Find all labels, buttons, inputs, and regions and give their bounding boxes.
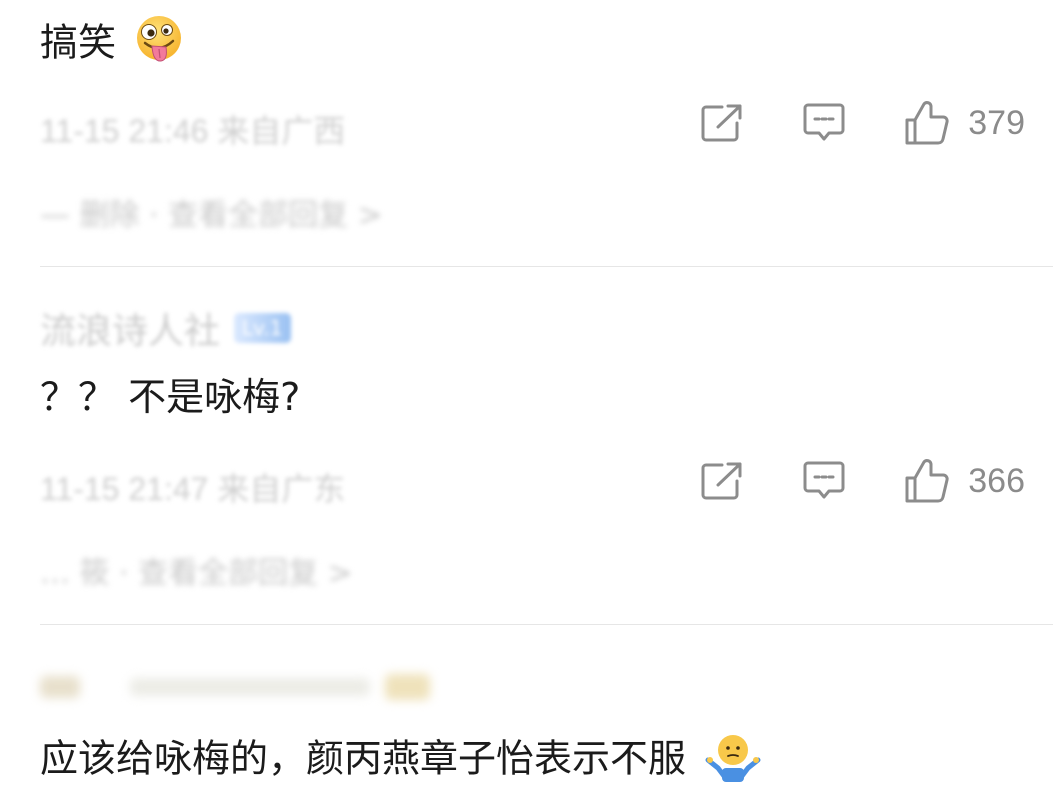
avatar-username-blurred[interactable] [40, 672, 440, 702]
share-button[interactable] [700, 461, 744, 501]
like-button[interactable]: 366 [904, 458, 1025, 504]
share-button[interactable] [700, 103, 744, 143]
comment-text-content: 搞笑 [40, 20, 117, 65]
comment-text: 搞笑 [40, 14, 184, 76]
share-icon [701, 462, 742, 500]
comment-icon [803, 103, 845, 141]
comment-meta: 11-15 21:47 来自广东 [40, 471, 346, 507]
thumbs-up-icon [905, 101, 949, 145]
comment-text: ？？ 不是咏梅? [40, 374, 300, 420]
username[interactable]: 流浪诗人社 Lv.1 [40, 302, 291, 354]
replies-preview[interactable]: … 筱 · 查看全部回复 > [40, 548, 353, 592]
user-badge: Lv.1 [234, 313, 291, 343]
shrug-icon [704, 730, 762, 792]
username-text: 流浪诗人社 [40, 311, 221, 352]
comment-text: 应该给咏梅的，颜丙燕章子怡表示不服 [40, 730, 762, 792]
replies-preview[interactable]: — 删除 · 查看全部回复 > [40, 190, 383, 234]
comment-actions: 379 [700, 98, 1025, 148]
divider [40, 266, 1053, 267]
comment-text-content: ？？ 不是咏梅? [40, 375, 301, 419]
comment-actions: 366 [700, 456, 1025, 506]
divider [40, 624, 1053, 625]
like-count: 379 [968, 103, 1025, 142]
like-count: 366 [968, 461, 1025, 500]
comment-button[interactable] [802, 102, 846, 144]
comment-meta: 11-15 21:46 来自广西 [40, 113, 346, 149]
like-button[interactable]: 379 [904, 100, 1025, 146]
share-icon [701, 104, 742, 142]
comment-meta-row: 11-15 21:46 来自广西 379 [40, 98, 1025, 149]
thumbs-up-icon [905, 459, 949, 503]
comment-meta-row: 11-15 21:47 来自广东 366 [40, 456, 1025, 507]
comment-icon [803, 461, 845, 499]
comment-button[interactable] [802, 460, 846, 502]
comment-text-content: 应该给咏梅的，颜丙燕章子怡表示不服 [40, 736, 687, 781]
crazy-face-icon [134, 14, 184, 76]
